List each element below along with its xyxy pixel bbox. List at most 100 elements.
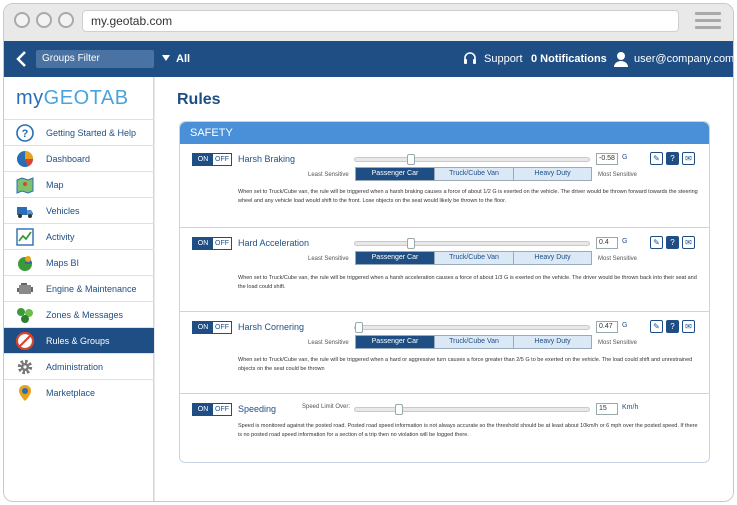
rule-speeding: ON OFF Speeding Speed Limit Over: 15 Km/h… <box>180 394 709 462</box>
safety-panel: SAFETY ON OFF Harsh Braking -0.58 G ✎ ? ✉… <box>179 121 710 463</box>
vehicle-type-option[interactable]: Passenger Car <box>356 252 435 264</box>
sidebar-item-zones[interactable]: Zones & Messages <box>4 301 154 327</box>
sidebar-item-vehicles[interactable]: Vehicles <box>4 197 154 223</box>
vehicle-type-option[interactable]: Truck/Cube Van <box>435 168 514 180</box>
vehicle-type-option[interactable]: Passenger Car <box>356 336 435 348</box>
sidebar-item-getting-started[interactable]: ? Getting Started & Help <box>4 119 154 145</box>
help-icon: ? <box>16 124 34 142</box>
groups-filter-input[interactable]: Groups Filter <box>36 50 154 68</box>
most-sensitive-label: Most Sensitive <box>598 340 638 346</box>
edit-button[interactable]: ✎ <box>650 152 663 165</box>
sidebar-nav: ? Getting Started & Help Dashboard Map V… <box>4 119 154 405</box>
main-content: Rules SAFETY ON OFF Harsh Braking -0.58 G… <box>155 77 733 501</box>
email-button[interactable]: ✉ <box>682 236 695 249</box>
rule-toggle[interactable]: ON OFF <box>192 321 232 334</box>
sidebar-item-label: Map <box>46 180 64 190</box>
vehicle-type-option[interactable]: Heavy Duty <box>514 168 591 180</box>
vehicle-type-option[interactable]: Truck/Cube Van <box>435 252 514 264</box>
map-icon <box>16 177 34 194</box>
rule-name: Harsh Braking <box>238 154 296 164</box>
rule-name: Speeding <box>238 404 277 414</box>
unit-label: G <box>622 238 628 245</box>
rule-description: When set to Truck/Cube van, the rule wil… <box>238 275 697 290</box>
least-sensitive-label: Least Sensitive <box>308 340 349 346</box>
rules-icon <box>16 332 34 350</box>
vehicle-type-option[interactable]: Truck/Cube Van <box>435 336 514 348</box>
window-dot[interactable] <box>36 12 52 28</box>
sidebar-item-map[interactable]: Map <box>4 171 154 197</box>
svg-text:?: ? <box>22 128 29 140</box>
rule-toggle[interactable]: ON OFF <box>192 403 232 416</box>
rule-name: Harsh Cornering <box>238 322 305 332</box>
menu-icon[interactable] <box>695 12 721 33</box>
sidebar-item-administration[interactable]: Administration <box>4 353 154 379</box>
window-dot[interactable] <box>58 12 74 28</box>
unit-label: G <box>622 154 628 161</box>
sidebar-item-marketplace[interactable]: Marketplace <box>4 379 154 405</box>
threshold-input[interactable]: 0.47 <box>596 321 618 333</box>
activity-icon <box>16 228 34 246</box>
sensitivity-slider[interactable] <box>354 322 590 333</box>
edit-button[interactable]: ✎ <box>650 236 663 249</box>
least-sensitive-label: Least Sensitive <box>308 256 349 262</box>
rule-toggle[interactable]: ON OFF <box>192 237 232 250</box>
sidebar-item-label: Dashboard <box>46 154 91 164</box>
slider-handle[interactable] <box>407 238 415 249</box>
help-button[interactable]: ? <box>666 236 679 249</box>
least-sensitive-label: Least Sensitive <box>308 172 349 178</box>
rule-name: Hard Acceleration <box>238 238 310 248</box>
sidebar-item-label: Rules & Groups <box>46 336 110 346</box>
edit-button[interactable]: ✎ <box>650 320 663 333</box>
speed-slider[interactable] <box>354 404 590 415</box>
geotab-logo[interactable]: myGEOTAB <box>16 87 129 110</box>
sidebar-item-engine[interactable]: Engine & Maintenance <box>4 275 154 301</box>
notifications-link[interactable]: 0 Notifications <box>531 53 607 65</box>
sidebar-item-rules-groups[interactable]: Rules & Groups <box>4 327 154 353</box>
truck-icon <box>17 207 33 218</box>
slider-handle[interactable] <box>355 322 363 333</box>
rule-harsh-cornering: ON OFF Harsh Cornering 0.47 G ✎ ? ✉ Least… <box>180 312 709 394</box>
help-button[interactable]: ? <box>666 152 679 165</box>
url-bar[interactable]: my.geotab.com <box>82 10 679 32</box>
support-label: Support <box>484 53 523 65</box>
window-dot[interactable] <box>14 12 30 28</box>
maps-bi-icon <box>18 256 32 271</box>
vehicle-type-option[interactable]: Heavy Duty <box>514 252 591 264</box>
most-sensitive-label: Most Sensitive <box>598 172 638 178</box>
email-button[interactable]: ✉ <box>682 320 695 333</box>
slider-handle[interactable] <box>395 404 403 415</box>
unit-label: Km/h <box>622 404 639 411</box>
zones-icon <box>17 308 33 323</box>
threshold-input[interactable]: 0.4 <box>596 237 618 249</box>
sidebar-item-activity[interactable]: Activity <box>4 223 154 249</box>
vehicle-type-selector[interactable]: Passenger Car Truck/Cube Van Heavy Duty <box>355 251 592 265</box>
email-button[interactable]: ✉ <box>682 152 695 165</box>
rule-toggle[interactable]: ON OFF <box>192 153 232 166</box>
top-navigation-bar: Groups Filter All Support 0 Notification… <box>4 41 733 77</box>
user-email: user@company.com <box>634 53 734 65</box>
marketplace-icon <box>19 385 31 401</box>
speed-limit-input[interactable]: 15 <box>596 403 618 415</box>
sidebar-item-dashboard[interactable]: Dashboard <box>4 145 154 171</box>
sidebar-item-maps-bi[interactable]: Maps BI <box>4 249 154 275</box>
help-button[interactable]: ? <box>666 320 679 333</box>
rule-hard-acceleration: ON OFF Hard Acceleration 0.4 G ✎ ? ✉ Leas… <box>180 228 709 312</box>
vehicle-type-option[interactable]: Passenger Car <box>356 168 435 180</box>
threshold-input[interactable]: -0.58 <box>596 153 618 165</box>
vehicle-type-selector[interactable]: Passenger Car Truck/Cube Van Heavy Duty <box>355 335 592 349</box>
groups-all-label[interactable]: All <box>176 53 190 65</box>
rule-description: When set to Truck/Cube van, the rule wil… <box>238 189 698 204</box>
most-sensitive-label: Most Sensitive <box>598 256 638 262</box>
sensitivity-slider[interactable] <box>354 238 590 249</box>
panel-header: SAFETY <box>180 122 709 144</box>
sidebar-item-label: Maps BI <box>46 258 80 268</box>
sidebar-item-label: Administration <box>46 362 104 372</box>
sensitivity-slider[interactable] <box>354 154 590 165</box>
back-chevron-icon[interactable] <box>14 50 28 68</box>
headset-icon <box>464 52 476 64</box>
vehicle-type-selector[interactable]: Passenger Car Truck/Cube Van Heavy Duty <box>355 167 592 181</box>
chevron-down-icon[interactable] <box>162 55 170 61</box>
vehicle-type-option[interactable]: Heavy Duty <box>514 336 591 348</box>
slider-handle[interactable] <box>407 154 415 165</box>
sidebar-item-label: Getting Started & Help <box>46 128 137 138</box>
